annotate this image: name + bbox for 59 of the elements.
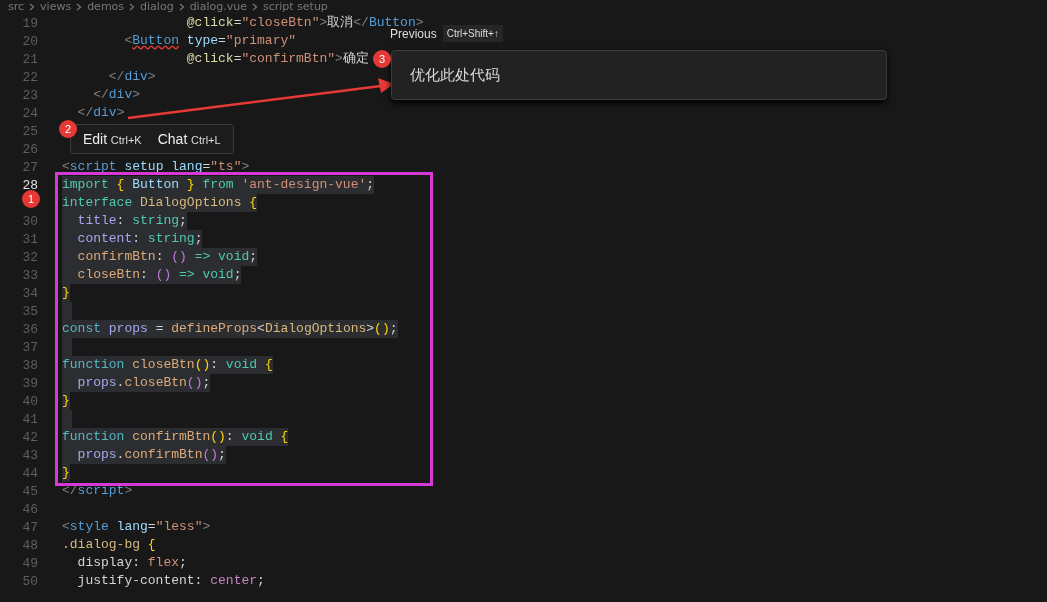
line-number: 33 xyxy=(21,267,38,283)
line-number: 34 xyxy=(21,285,38,301)
line-number: 50 xyxy=(21,573,38,589)
chevron-icon xyxy=(251,3,258,11)
line-number: 32 xyxy=(21,249,38,265)
line-number: 47 xyxy=(21,519,38,535)
line-number: 38 xyxy=(21,357,38,373)
prompt-input[interactable]: 优化此处代码 xyxy=(391,50,887,100)
shortcut-key: Ctrl+Shift+↑ xyxy=(442,25,503,42)
line-number: 43 xyxy=(21,447,38,463)
line-number: 49 xyxy=(21,555,38,571)
action-button[interactable]: Chat Ctrl+L xyxy=(151,131,227,147)
breadcrumb-item[interactable]: src xyxy=(8,0,25,14)
breadcrumb-item[interactable]: script setup xyxy=(262,0,328,14)
code-line: .dialog-bg { xyxy=(62,536,156,554)
line-number: 46 xyxy=(21,501,38,517)
line-number: 42 xyxy=(21,429,38,445)
line-number: 40 xyxy=(21,393,38,409)
line-number: 41 xyxy=(21,411,38,427)
breadcrumb-item[interactable]: views xyxy=(40,0,72,14)
code-line: </div> xyxy=(107,68,156,86)
step-marker: 3 xyxy=(373,50,391,68)
line-number: 19 xyxy=(21,15,38,31)
line-number: 20 xyxy=(21,33,38,49)
action-button[interactable]: Edit Ctrl+K xyxy=(77,131,148,147)
breadcrumb-item[interactable]: demos xyxy=(87,0,125,14)
line-number: 24 xyxy=(21,105,38,121)
line-number: 31 xyxy=(21,231,38,247)
chevron-icon xyxy=(76,3,83,11)
line-number: 35 xyxy=(21,303,38,319)
line-number: 25 xyxy=(21,123,38,139)
code-line: </div> xyxy=(76,104,125,122)
breadcrumb-item[interactable]: dialog.vue xyxy=(189,0,247,14)
code-line: display: flex; xyxy=(76,554,187,572)
code-line: <script setup lang="ts"> xyxy=(62,158,250,176)
chevron-icon xyxy=(129,3,136,11)
code-line: @click="confirmBtn">确定 xyxy=(185,50,369,68)
line-number: 27 xyxy=(21,159,38,175)
line-number: 26 xyxy=(21,141,38,157)
line-number: 30 xyxy=(21,213,38,229)
chevron-icon xyxy=(29,3,36,11)
code-line: <Button type="primary" xyxy=(123,32,297,50)
chevron-icon xyxy=(178,3,185,11)
step-marker: 1 xyxy=(22,190,40,208)
code-line: justify-content: center; xyxy=(76,572,265,590)
line-number: 21 xyxy=(21,51,38,67)
line-number: 22 xyxy=(21,69,38,85)
line-number: 36 xyxy=(21,321,38,337)
line-number: 44 xyxy=(21,465,38,481)
line-number: 39 xyxy=(21,375,38,391)
breadcrumb-item[interactable]: dialog xyxy=(140,0,174,14)
code-line: </div> xyxy=(92,86,141,104)
code-line: <style lang="less"> xyxy=(62,518,211,536)
line-number: 28 xyxy=(21,177,38,193)
line-number: 23 xyxy=(21,87,38,103)
line-number: 37 xyxy=(21,339,38,355)
step-marker: 2 xyxy=(59,120,77,138)
line-number: 48 xyxy=(21,537,38,553)
line-number: 45 xyxy=(21,483,38,499)
